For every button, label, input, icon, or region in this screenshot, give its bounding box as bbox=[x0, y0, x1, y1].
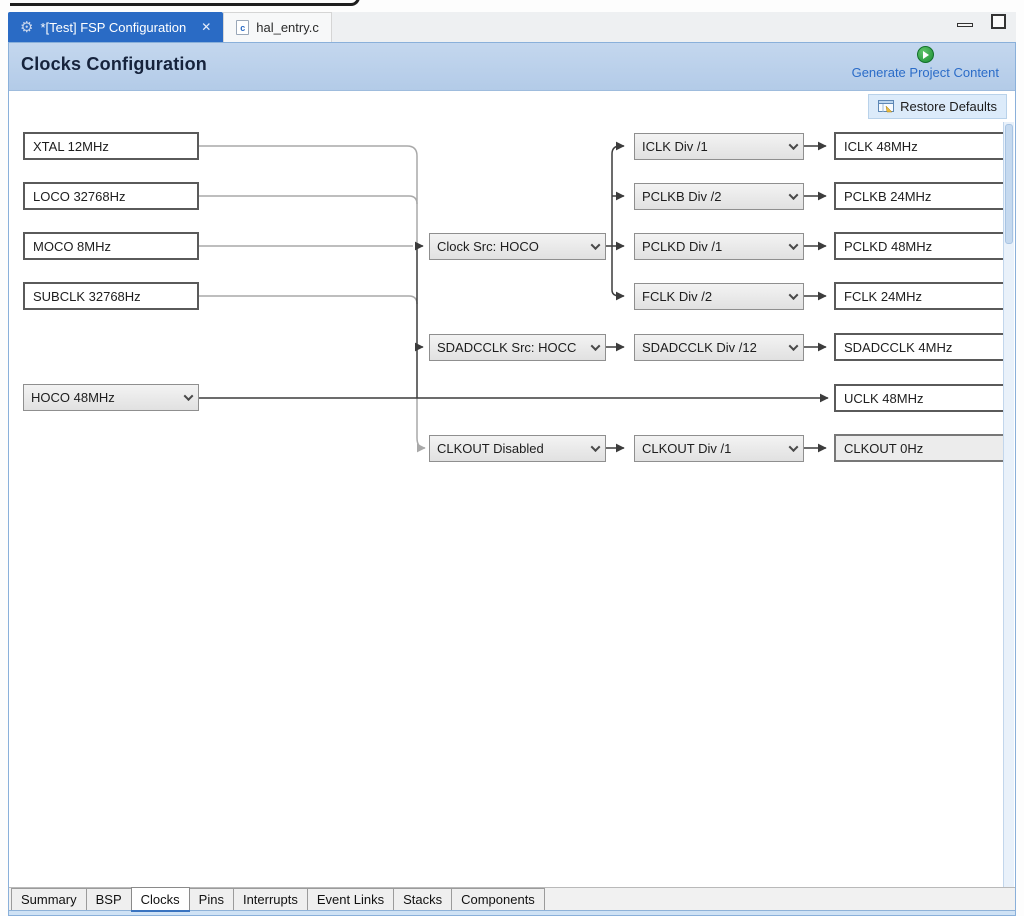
sdadcclk-src-dropdown[interactable]: SDADCCLK Src: HOCC bbox=[429, 334, 606, 361]
divider-label: PCLKD Div /1 bbox=[642, 239, 723, 254]
maximize-icon[interactable] bbox=[991, 14, 1006, 29]
tab-fsp-configuration[interactable]: ⚙ *[Test] FSP Configuration ✕ bbox=[8, 12, 224, 42]
sdadcclk-div-dropdown[interactable]: SDADCCLK Div /12 bbox=[634, 334, 804, 361]
chevron-down-icon bbox=[585, 240, 605, 251]
generate-project-content-button[interactable]: Generate Project Content bbox=[852, 46, 999, 80]
pclkb-div-dropdown[interactable]: PCLKB Div /2 bbox=[634, 183, 804, 210]
editor-tab-bar: ⚙ *[Test] FSP Configuration ✕ c hal_entr… bbox=[8, 12, 1016, 42]
tab-bsp[interactable]: BSP bbox=[85, 888, 132, 910]
selector-label: SDADCCLK Src: HOCC bbox=[437, 340, 577, 355]
chevron-down-icon bbox=[783, 442, 803, 453]
restore-defaults-icon bbox=[878, 100, 895, 113]
header-band: Clocks Configuration Generate Project Co… bbox=[9, 43, 1015, 91]
output-label: CLKOUT 0Hz bbox=[844, 440, 924, 456]
window-controls bbox=[957, 14, 1006, 29]
clkout-div-dropdown[interactable]: CLKOUT Div /1 bbox=[634, 435, 804, 462]
divider-label: PCLKB Div /2 bbox=[642, 189, 722, 204]
chevron-down-icon bbox=[783, 190, 803, 201]
tab-label: *[Test] FSP Configuration bbox=[40, 19, 187, 35]
tab-label: Event Links bbox=[316, 892, 385, 907]
gear-icon: ⚙ bbox=[20, 18, 34, 36]
top-panel-edge-decoration bbox=[10, 0, 360, 6]
chevron-down-icon bbox=[585, 442, 605, 453]
tab-stacks[interactable]: Stacks bbox=[393, 888, 453, 910]
restore-defaults-label: Restore Defaults bbox=[900, 99, 997, 114]
divider-label: CLKOUT Div /1 bbox=[642, 441, 732, 456]
tab-label: hal_entry.c bbox=[256, 20, 319, 35]
output-sdadcclk: SDADCCLK 4MHz bbox=[834, 333, 1007, 361]
tab-label: Summary bbox=[21, 892, 77, 907]
close-icon[interactable]: ✕ bbox=[201, 20, 211, 34]
tab-clocks[interactable]: Clocks bbox=[130, 887, 190, 910]
clock-source-xtal: XTAL 12MHz bbox=[23, 132, 199, 160]
chevron-down-icon bbox=[585, 341, 605, 352]
play-icon[interactable] bbox=[916, 46, 934, 63]
output-clkout: CLKOUT 0Hz bbox=[834, 434, 1007, 462]
tab-label: Components bbox=[461, 892, 535, 907]
c-file-icon: c bbox=[236, 20, 250, 35]
generate-project-content-label: Generate Project Content bbox=[851, 65, 999, 80]
chevron-down-icon bbox=[783, 140, 803, 151]
tab-label: Stacks bbox=[403, 892, 443, 907]
output-label: ICLK 48MHz bbox=[844, 138, 918, 154]
tab-label: Pins bbox=[198, 892, 224, 907]
output-fclk: FCLK 24MHz bbox=[834, 282, 1007, 310]
tab-label: Interrupts bbox=[242, 892, 298, 907]
clock-source-moco: MOCO 8MHz bbox=[23, 232, 199, 260]
clkout-mode-dropdown[interactable]: CLKOUT Disabled bbox=[429, 435, 606, 462]
output-label: PCLKB 24MHz bbox=[844, 188, 932, 204]
restore-defaults-button[interactable]: Restore Defaults bbox=[868, 94, 1007, 119]
chevron-down-icon bbox=[783, 341, 803, 352]
bottom-tab-bar: Summary BSP Clocks Pins Interrupts Event… bbox=[9, 887, 1015, 910]
clock-source-label: XTAL 12MHz bbox=[33, 138, 109, 154]
clock-source-label: MOCO 8MHz bbox=[33, 238, 111, 254]
tab-components[interactable]: Components bbox=[451, 888, 545, 910]
clock-tree-canvas: XTAL 12MHz LOCO 32768Hz MOCO 8MHz SUBCLK… bbox=[9, 122, 1015, 887]
fclk-div-dropdown[interactable]: FCLK Div /2 bbox=[634, 283, 804, 310]
divider-label: FCLK Div /2 bbox=[642, 289, 713, 304]
clock-source-loco: LOCO 32768Hz bbox=[23, 182, 199, 210]
output-uclk: UCLK 48MHz bbox=[834, 384, 1007, 412]
vertical-scrollbar[interactable] bbox=[1003, 122, 1014, 887]
toolbar-row: Restore Defaults bbox=[9, 91, 1015, 122]
clocks-configuration-pane: Clocks Configuration Generate Project Co… bbox=[8, 42, 1016, 916]
chevron-down-icon bbox=[783, 290, 803, 301]
tab-label: BSP bbox=[95, 892, 122, 907]
iclk-div-dropdown[interactable]: ICLK Div /1 bbox=[634, 133, 804, 160]
tab-event-links[interactable]: Event Links bbox=[306, 888, 395, 910]
page-title: Clocks Configuration bbox=[21, 54, 208, 74]
output-pclkd: PCLKD 48MHz bbox=[834, 232, 1007, 260]
clock-source-hoco-dropdown[interactable]: HOCO 48MHz bbox=[23, 384, 199, 411]
tab-hal-entry[interactable]: c hal_entry.c bbox=[223, 12, 332, 42]
clock-source-label: HOCO 48MHz bbox=[31, 390, 115, 405]
tab-pins[interactable]: Pins bbox=[188, 888, 234, 910]
clock-source-label: SUBCLK 32768Hz bbox=[33, 288, 141, 304]
divider-label: ICLK Div /1 bbox=[642, 139, 708, 154]
output-label: FCLK 24MHz bbox=[844, 288, 923, 304]
tab-interrupts[interactable]: Interrupts bbox=[232, 888, 308, 910]
output-label: PCLKD 48MHz bbox=[844, 238, 933, 254]
minimize-icon[interactable] bbox=[957, 22, 973, 27]
chevron-down-icon bbox=[783, 240, 803, 251]
divider-label: SDADCCLK Div /12 bbox=[642, 340, 757, 355]
scrollbar-thumb[interactable] bbox=[1005, 124, 1013, 244]
output-label: UCLK 48MHz bbox=[844, 390, 924, 406]
clock-src-dropdown[interactable]: Clock Src: HOCO bbox=[429, 233, 606, 260]
tab-label: Clocks bbox=[140, 891, 180, 907]
output-label: SDADCCLK 4MHz bbox=[844, 339, 953, 355]
clock-source-label: LOCO 32768Hz bbox=[33, 188, 126, 204]
pclkd-div-dropdown[interactable]: PCLKD Div /1 bbox=[634, 233, 804, 260]
selector-label: CLKOUT Disabled bbox=[437, 441, 544, 456]
fsp-configuration-window: ⚙ *[Test] FSP Configuration ✕ c hal_entr… bbox=[0, 0, 1024, 916]
output-iclk: ICLK 48MHz bbox=[834, 132, 1007, 160]
tab-summary[interactable]: Summary bbox=[11, 888, 87, 910]
clock-source-subclk: SUBCLK 32768Hz bbox=[23, 282, 199, 310]
chevron-down-icon bbox=[178, 391, 198, 402]
bottom-frame-strip bbox=[9, 910, 1015, 915]
output-pclkb: PCLKB 24MHz bbox=[834, 182, 1007, 210]
selector-label: Clock Src: HOCO bbox=[437, 239, 539, 254]
